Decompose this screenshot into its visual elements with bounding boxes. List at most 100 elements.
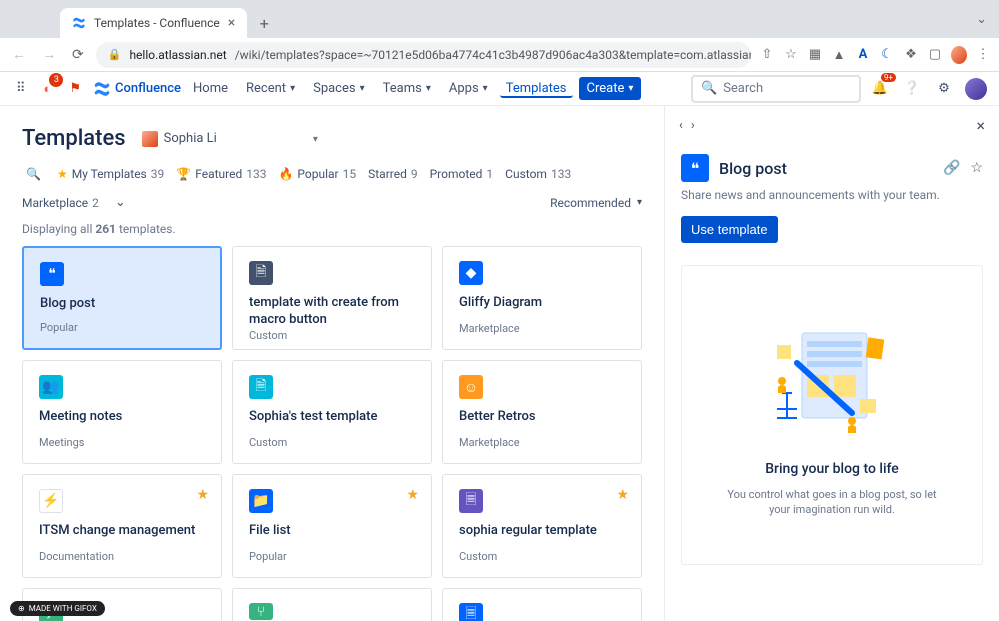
chevron-down-icon: ▾ (637, 197, 642, 208)
filter-promoted[interactable]: Promoted 1 (430, 167, 494, 181)
ext-3-icon[interactable]: ▢ (927, 47, 943, 63)
card-title: File list (249, 523, 415, 540)
profile-avatar[interactable] (963, 76, 989, 102)
atlassian-icon[interactable]: A (855, 47, 871, 63)
card-title: template with create from macro button (249, 295, 415, 329)
browser-back-icon[interactable]: ← (8, 46, 30, 63)
new-tab-button[interactable]: + (251, 10, 277, 36)
results-count: Displaying all 261 templates. (22, 222, 176, 236)
template-card[interactable]: 🗎template with create from macro buttonC… (232, 246, 432, 350)
copy-link-icon[interactable]: 🔗 (943, 160, 960, 176)
template-card[interactable]: 🗎Sophia's test templateCustom (232, 360, 432, 464)
filter-row: 🔍 ★My Templates 39 🏆Featured 133 🔥Popula… (22, 165, 642, 210)
template-preview-panel: ‹ › × ❝ Blog post 🔗 ☆ Share news and ann… (664, 106, 999, 621)
filter-marketplace[interactable]: Marketplace 2 (22, 196, 99, 210)
panel-title: Blog post (719, 159, 787, 178)
confluence-favicon-icon (72, 16, 86, 30)
create-button[interactable]: Create ▾ (579, 77, 642, 100)
profile-ext-icon[interactable] (951, 47, 967, 63)
card-type-icon: ⚡ (39, 489, 63, 513)
flag-icon[interactable]: ⚑ (63, 79, 87, 98)
preview-description: You control what goes in a blog post, so… (722, 487, 942, 518)
template-card[interactable]: 📁★File listPopular (232, 474, 432, 578)
preview-title: Bring your blog to life (765, 461, 899, 477)
card-type-icon: ❝ (40, 262, 64, 286)
nav-recent[interactable]: Recent ▾ (240, 79, 301, 98)
nav-home[interactable]: Home (187, 79, 234, 98)
space-name: Sophia Li (164, 131, 217, 146)
apps-switcher-icon[interactable]: ⠿ (10, 79, 32, 98)
filter-custom[interactable]: Custom 133 (505, 167, 571, 181)
filter-my-templates[interactable]: ★My Templates 39 (57, 167, 164, 181)
template-card[interactable]: ⑂DACI: Decision documentationPopular (232, 588, 432, 621)
filter-search-icon[interactable]: 🔍 (22, 165, 45, 183)
panel-next-icon[interactable]: › (691, 118, 695, 133)
ext-2-icon[interactable]: ▲ (831, 47, 847, 63)
card-type-icon: 🗎 (249, 375, 273, 399)
nav-spaces[interactable]: Spaces ▾ (307, 79, 371, 98)
card-title: Gliffy Diagram (459, 295, 625, 312)
card-title: Blog post (40, 296, 204, 313)
chevron-down-icon (313, 131, 318, 146)
card-title: sophia regular template (459, 523, 625, 540)
card-category: Meetings (39, 436, 205, 449)
space-picker[interactable]: Sophia Li (136, 129, 324, 149)
template-card[interactable]: ◆Gliffy DiagramMarketplace (442, 246, 642, 350)
template-card[interactable]: 🗏opsgenie incident templateCustom (442, 588, 642, 621)
tab-close-icon[interactable]: × (228, 15, 235, 31)
org-icon[interactable]: ◐3 (38, 79, 58, 99)
moon-icon[interactable]: ☾ (879, 47, 895, 63)
nav-teams[interactable]: Teams ▾ (377, 79, 437, 98)
card-type-icon: 🗏 (459, 489, 483, 513)
template-card[interactable]: ❝Blog postPopular (22, 246, 222, 350)
panel-close-icon[interactable]: × (976, 116, 985, 135)
search-input[interactable]: 🔍 Search (691, 75, 861, 103)
template-card[interactable]: 🗏★sophia regular templateCustom (442, 474, 642, 578)
star-icon[interactable]: ★ (406, 487, 419, 503)
star-icon[interactable]: ☆ (970, 160, 983, 176)
use-template-button[interactable]: Use template (681, 216, 778, 243)
card-title: Meeting notes (39, 409, 205, 426)
card-type-icon: 📁 (249, 489, 273, 513)
filter-popular[interactable]: 🔥Popular 15 (278, 167, 356, 181)
confluence-mark-icon (93, 80, 111, 98)
help-icon[interactable]: ❔ (899, 76, 925, 102)
star-icon[interactable]: ★ (196, 487, 209, 503)
preview-illustration (752, 313, 912, 443)
chrome-menu-icon[interactable]: ⋮ (975, 47, 991, 63)
template-card[interactable]: 👥 Meeting notes Meetings (22, 360, 222, 464)
gifox-badge: ⊕ MADE WITH GIFOX (10, 601, 105, 616)
settings-gear-icon[interactable]: ⚙ (931, 76, 957, 102)
nav-templates[interactable]: Templates (500, 79, 573, 98)
browser-tab[interactable]: Templates - Confluence × (60, 8, 247, 38)
browser-reload-icon[interactable]: ⟳ (68, 47, 88, 63)
share-icon[interactable]: ⇧ (759, 47, 775, 63)
confluence-topbar: ⠿ ◐3 ⚑ Confluence Home Recent ▾ Spaces ▾… (0, 72, 999, 106)
sort-dropdown[interactable]: Recommended ▾ (550, 196, 642, 210)
template-type-icon: ❝ (681, 154, 709, 182)
confluence-logo[interactable]: Confluence (93, 80, 181, 98)
browser-url-bar: ← → ⟳ 🔒 hello.atlassian.net/wiki/templat… (0, 38, 999, 72)
card-type-icon: 🗏 (459, 603, 483, 621)
chrome-overflow-icon[interactable]: ⌄ (976, 12, 987, 27)
url-field[interactable]: 🔒 hello.atlassian.net/wiki/templates?spa… (96, 42, 751, 68)
card-type-icon: 👥 (39, 375, 63, 399)
lock-icon: 🔒 (108, 48, 122, 61)
puzzle-icon[interactable]: ❖ (903, 47, 919, 63)
notifications-icon[interactable]: 🔔9+ (867, 76, 893, 102)
star-icon[interactable]: ★ (616, 487, 629, 503)
ext-1-icon[interactable]: ▦ (807, 47, 823, 63)
product-name: Confluence (115, 81, 181, 96)
browser-forward-icon[interactable]: → (38, 46, 60, 63)
card-type-icon: ◆ (459, 261, 483, 285)
template-card[interactable]: ☺Better RetrosMarketplace (442, 360, 642, 464)
star-outline-icon[interactable]: ☆ (783, 47, 799, 63)
space-avatar-icon (142, 131, 158, 147)
card-type-icon: ☺ (459, 375, 483, 399)
panel-prev-icon[interactable]: ‹ (679, 118, 683, 133)
template-card[interactable]: ⚡★ITSM change managementDocumentation (22, 474, 222, 578)
nav-apps[interactable]: Apps ▾ (443, 79, 494, 98)
filter-featured[interactable]: 🏆Featured 133 (176, 167, 266, 181)
filter-starred[interactable]: Starred 9 (368, 167, 417, 181)
filter-more-icon[interactable]: ⌄ (111, 195, 130, 210)
